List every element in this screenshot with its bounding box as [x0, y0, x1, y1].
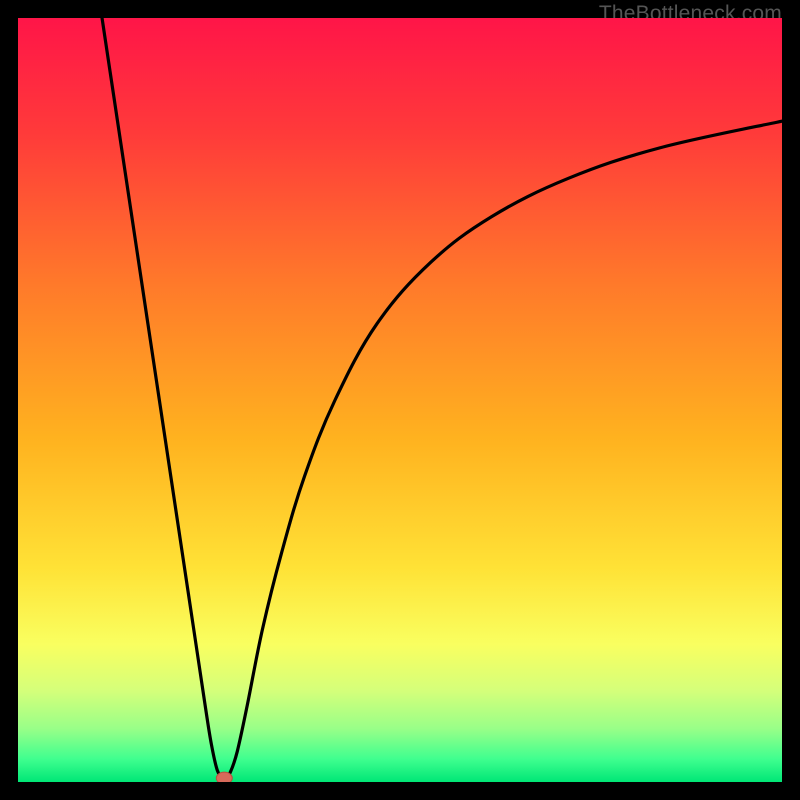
min-marker	[216, 772, 232, 782]
chart-frame: TheBottleneck.com	[0, 0, 800, 800]
plot-area	[18, 18, 782, 782]
bottleneck-curve	[18, 18, 782, 782]
curve-path	[102, 18, 782, 780]
